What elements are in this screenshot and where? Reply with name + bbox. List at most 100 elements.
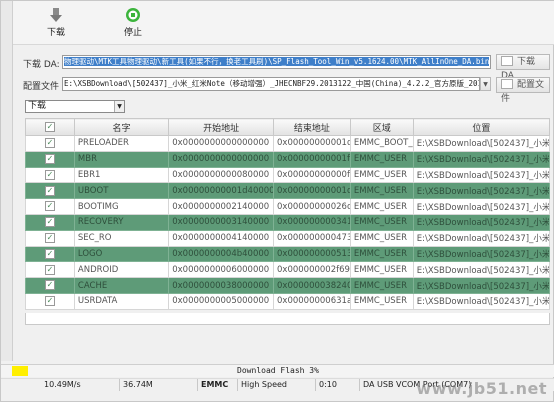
cell-name: LOGO [73,245,170,263]
scatter-file-dropdown[interactable]: ▼ [480,77,491,91]
download-agent-button[interactable]: 下载 DA [496,54,550,81]
cell-start: 0x0000000038000000 [168,277,275,294]
cell-name: UBOOT [73,182,170,200]
row-checkbox[interactable]: ✓ [25,261,75,279]
cell-region: EMMC_USER [349,166,414,184]
cell-end: 0x000000038240e67 [273,277,351,294]
column-header-region[interactable]: 区域 [349,118,414,136]
column-header-end[interactable]: 结束地址 [273,118,351,136]
cell-location: E:\XSBDownload\[502437]_小米_红米Note (... [412,150,551,168]
cell-end: 0x00000000026c17ff [273,198,351,215]
cell-end: 0x00000000631a0807 [273,292,351,310]
toolbar: 下载 停止 [13,1,554,45]
table-row[interactable]: ✓ UBOOT0x00000000001d400000x00000000001d7… [25,182,551,200]
cell-name: USRDATA [73,292,170,310]
cell-region: EMMC_USER [349,182,414,200]
cell-start: 0x0000000002140000 [168,198,275,215]
flash-tool-window: 下载 停止 下载 DA: 物理驱动\MTK工具物理驱动\新工具(如果不行，换老工… [0,0,554,402]
row-checkbox[interactable]: ✓ [25,182,75,200]
download-arrow-icon [50,8,62,22]
cell-region: EMMC_USER [349,277,414,294]
table-row[interactable]: ✓ ANDROID 0x0000000006000000 0x000000002f69… [25,261,551,279]
cell-end: 0x00000000001d7cfff [273,182,351,200]
cell-name: MBR [73,150,170,168]
cell-start: 0x00000000001d40000 [168,182,275,200]
cell-location: E:\XSBDownload\[502437]_小米_红米Note (... [412,166,551,184]
cell-end: 0x00000000000ffff [273,166,351,184]
left-panel-edge [1,1,13,361]
cell-end: 0x00000000001ff [273,150,351,168]
table-empty-area [25,313,550,325]
checkbox-icon: ✓ [44,121,55,132]
table-row[interactable]: ✓ MBR 0x0000000000000000 0x00000000001ff EMM… [25,150,551,168]
download-button-label: 下载 [46,28,65,38]
cell-region: EMMC_USER [349,150,414,168]
cell-name: CACHE [73,277,170,294]
table-row[interactable]: ✓ SEC_RO0x00000000041400000x000000000473f… [25,229,551,247]
scatter-file-field[interactable]: E:\XSBDownload\[502437]_小米_红米Note（移动增强）_… [62,77,480,91]
cell-location: E:\XSBDownload\[502437]_小米_红米Note (... [412,292,551,310]
table-row[interactable]: ✓ EBR10x00000000000800000x00000000000ffff… [25,166,551,184]
cell-region: EMMC_USER [349,261,414,279]
row-checkbox[interactable]: ✓ [25,135,75,152]
row-checkbox[interactable]: ✓ [25,245,75,263]
table-row[interactable]: ✓ PRELOADER 0x0000000000000000 0x0000000000… [25,135,551,152]
cell-start: 0x0000000004b40000 [168,245,275,263]
row-checkbox[interactable]: ✓ [25,277,75,294]
cell-location: E:\XSBDownload\[502437]_小米_红米Note (... [412,198,551,215]
row-checkbox[interactable]: ✓ [25,150,75,168]
mode-select[interactable]: 下载 ▼ [25,100,125,113]
cell-region: EMMC_USER [349,245,414,263]
cell-name: SEC_RO [73,229,170,247]
checkbox-icon: ✓ [44,169,55,180]
status-time: 0:10 [315,379,337,391]
column-header-name[interactable]: 名字 [73,118,170,136]
scatter-file-button[interactable]: 配置文件 [496,77,550,104]
cell-region: EMMC_USER [349,229,414,247]
checkbox-icon [501,56,513,66]
row-checkbox[interactable]: ✓ [25,229,75,247]
cell-end: 0x000000000513ffff [273,245,351,263]
download-agent-value: 物理驱动\MTK工具物理驱动\新工具(如果不行，换老工具刷)\SP_Flash_… [64,57,490,66]
row-checkbox[interactable]: ✓ [25,198,75,215]
download-button[interactable]: 下载 [33,7,79,43]
table-row[interactable]: ✓ RECOVERY 0x0000000003140000 0x00000000034… [25,213,551,231]
checkbox-icon: ✓ [44,232,55,243]
cell-location: E:\XSBDownload\[502437]_小米_红米Note (... [412,182,551,200]
stop-button-label: 停止 [123,28,142,38]
column-header-location[interactable]: 位置 [412,118,551,136]
cell-location: E:\XSBDownload\[502437]_小米_红米Note (... [412,277,551,294]
cell-region: EMMC_USER [349,292,414,310]
checkbox-icon: ✓ [44,153,55,164]
cell-start: 0x0000000000000000 [168,135,275,152]
cell-location: E:\XSBDownload\[502437]_小米_红米Note (... [412,261,551,279]
progress-text: Download Flash 3% [237,366,319,375]
table-row[interactable]: ✓ CACHE0x00000000380000000x000000038240e6… [25,277,551,294]
select-all-checkbox[interactable]: ✓ [25,118,75,136]
row-checkbox[interactable]: ✓ [25,292,75,310]
cell-end: 0x000000000473ffff [273,229,351,247]
stop-icon [126,8,140,22]
cell-name: ANDROID [73,261,170,279]
cell-region: EMMC_USER [349,213,414,231]
scatter-file-value: E:\XSBDownload\[502437]_小米_红米Note（移动增强）_… [64,79,480,88]
checkbox-icon: ✓ [44,138,55,149]
download-agent-label: 下载 DA: [23,60,60,70]
table-row[interactable]: ✓ USRDATA0x00000000050000000x00000000631a… [25,292,551,310]
checkbox-icon: ✓ [44,185,55,196]
table-row[interactable]: ✓ BOOTIMG0x00000000021400000x00000000026c… [25,198,551,215]
status-storage: EMMC [197,379,228,391]
row-checkbox[interactable]: ✓ [25,213,75,231]
status-speed: 10.49M/s [44,380,81,389]
cell-end: 0x000000000341ffff [273,213,351,231]
table-row[interactable]: ✓ LOGO0x0000000004b400000x000000000513fff… [25,245,551,263]
chevron-down-icon: ▼ [114,101,124,112]
column-header-start[interactable]: 开始地址 [168,118,275,136]
row-checkbox[interactable]: ✓ [25,166,75,184]
stop-button[interactable]: 停止 [110,7,156,43]
download-agent-field[interactable]: 物理驱动\MTK工具物理驱动\新工具(如果不行，换老工具刷)\SP_Flash_… [62,55,491,69]
cell-location: E:\XSBDownload\[502437]_小米_红米Note (... [412,213,551,231]
checkbox-icon: ✓ [44,201,55,212]
folder-icon [501,79,513,89]
progress-bar: Download Flash 3% [1,364,554,377]
